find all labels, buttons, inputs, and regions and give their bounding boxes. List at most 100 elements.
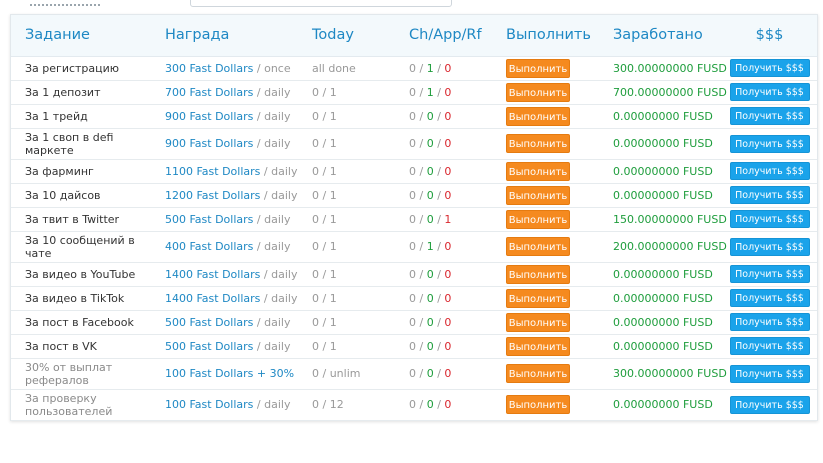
- execute-button[interactable]: Выполнить: [506, 312, 570, 332]
- stat-approved: 0: [426, 212, 434, 226]
- table-row: За видео в TikTok 1400 Fast Dollars / dai…: [11, 286, 817, 310]
- stat-separator: /: [433, 61, 445, 75]
- today-progress: all done: [312, 61, 356, 75]
- today-progress: 0 / 1: [312, 291, 337, 305]
- get-payout-button[interactable]: Получить $$$: [729, 162, 810, 180]
- table-row: За твит в Twitter 500 Fast Dollars / dail…: [11, 207, 817, 231]
- reward-period: / daily: [260, 164, 298, 178]
- execute-button[interactable]: Выполнить: [506, 106, 570, 126]
- reward-cell: 500 Fast Dollars / daily: [151, 334, 312, 358]
- stat-approved: 0: [426, 109, 434, 123]
- get-payout-button[interactable]: Получить $$$: [729, 134, 810, 153]
- stat-separator: /: [433, 109, 445, 123]
- reward-period: / daily: [253, 315, 291, 329]
- reward-cell: 400 Fast Dollars / daily: [151, 231, 312, 262]
- get-payout-button[interactable]: Получить $$$: [729, 265, 810, 283]
- reward-period: / daily: [260, 267, 298, 281]
- stat-approved: 0: [426, 367, 434, 380]
- execute-button[interactable]: Выполнить: [506, 82, 570, 102]
- stats-cell: 0 / 0 / 0: [409, 389, 506, 420]
- execute-button[interactable]: Выполнить: [506, 161, 570, 181]
- stats-cell: 0 / 0 / 0: [409, 104, 506, 128]
- stats-cell: 0 / 1 / 0: [409, 231, 506, 262]
- stat-refused: 0: [444, 61, 452, 75]
- reward-amount: 1100 Fast Dollars: [165, 164, 261, 178]
- earned-amount: 700.00000000 FUSD: [613, 85, 727, 99]
- execute-button[interactable]: Выполнить: [506, 237, 570, 256]
- stat-separator: /: [433, 85, 445, 99]
- get-payout-button[interactable]: Получить $$$: [729, 395, 810, 414]
- stat-refused: 0: [444, 315, 452, 329]
- reward-cell: 900 Fast Dollars / daily: [151, 104, 312, 128]
- task-name: За пост в Facebook: [25, 315, 134, 329]
- earned-amount: 0.00000000 FUSD: [613, 164, 713, 178]
- get-payout-button[interactable]: Получить $$$: [729, 289, 810, 307]
- stat-approved: 1: [426, 85, 434, 99]
- top-input-fragment[interactable]: [190, 0, 452, 7]
- execute-button[interactable]: Выполнить: [506, 364, 570, 383]
- execute-cell: Выполнить: [506, 262, 599, 286]
- task-name: 30% от выплат рефералов: [25, 360, 113, 387]
- execute-button[interactable]: Выполнить: [506, 288, 570, 308]
- get-payout-button[interactable]: Получить $$$: [729, 186, 810, 204]
- execute-button[interactable]: Выполнить: [506, 185, 570, 205]
- stat-checking: 0: [409, 164, 416, 178]
- stat-checking: 0: [409, 315, 416, 329]
- stat-separator: /: [416, 240, 427, 253]
- stat-refused: 0: [444, 188, 452, 202]
- get-payout-button[interactable]: Получить $$$: [729, 313, 810, 331]
- reward-cell: 500 Fast Dollars / daily: [151, 207, 312, 231]
- reward-period: / daily: [253, 339, 291, 353]
- stat-separator: /: [416, 109, 427, 123]
- stat-approved: 0: [426, 267, 434, 281]
- reward-cell: 1400 Fast Dollars / daily: [151, 286, 312, 310]
- get-payout-button[interactable]: Получить $$$: [729, 59, 810, 77]
- task-name: За 10 дайсов: [25, 188, 101, 202]
- reward-cell: 100 Fast Dollars + 30%: [151, 358, 312, 389]
- reward-amount: 700 Fast Dollars: [165, 85, 254, 99]
- reward-cell: 700 Fast Dollars / daily: [151, 80, 312, 104]
- table-row: За регистрацию 300 Fast Dollars / once all…: [11, 56, 817, 80]
- reward-amount: 1400 Fast Dollars: [165, 291, 261, 305]
- stat-separator: /: [433, 212, 445, 226]
- get-payout-button[interactable]: Получить $$$: [729, 83, 810, 101]
- stat-separator: /: [433, 367, 445, 380]
- payout-cell: Получить $$$: [722, 104, 817, 128]
- execute-button[interactable]: Выполнить: [506, 134, 570, 153]
- stats-cell: 0 / 0 / 0: [409, 358, 506, 389]
- task-name: За 10 сообщений в чате: [25, 233, 135, 260]
- execute-cell: Выполнить: [506, 231, 599, 262]
- stat-refused: 0: [444, 164, 452, 178]
- task-name: За твит в Twitter: [25, 212, 120, 226]
- earned-amount: 0.00000000 FUSD: [613, 398, 713, 411]
- get-payout-button[interactable]: Получить $$$: [729, 337, 810, 355]
- reward-period: / once: [253, 61, 291, 75]
- stat-checking: 0: [409, 188, 416, 202]
- get-payout-button[interactable]: Получить $$$: [729, 210, 810, 228]
- execute-button[interactable]: Выполнить: [506, 395, 570, 414]
- stat-separator: /: [416, 61, 427, 75]
- execute-button[interactable]: Выполнить: [506, 336, 570, 356]
- stat-refused: 0: [444, 339, 452, 353]
- today-progress: 0 / 1: [312, 339, 337, 353]
- execute-button[interactable]: Выполнить: [506, 264, 570, 284]
- task-name: За пост в VK: [25, 339, 97, 353]
- execute-button[interactable]: Выполнить: [506, 209, 570, 229]
- table-row: За 1 трейд 900 Fast Dollars / daily 0 / 10…: [11, 104, 817, 128]
- get-payout-button[interactable]: Получить $$$: [729, 237, 810, 256]
- reward-cell: 1100 Fast Dollars / daily: [151, 159, 312, 183]
- payout-cell: Получить $$$: [722, 159, 817, 183]
- stats-cell: 0 / 0 / 0: [409, 334, 506, 358]
- stat-refused: 1: [444, 212, 452, 226]
- get-payout-button[interactable]: Получить $$$: [729, 364, 810, 383]
- table-row: За 10 дайсов 1200 Fast Dollars / daily 0 /…: [11, 183, 817, 207]
- table-row: За пост в VK 500 Fast Dollars / daily 0 / …: [11, 334, 817, 358]
- stat-separator: /: [416, 85, 427, 99]
- execute-cell: Выполнить: [506, 159, 599, 183]
- reward-period: / daily: [253, 212, 291, 226]
- get-payout-button[interactable]: Получить $$$: [729, 107, 810, 125]
- stat-separator: /: [416, 188, 427, 202]
- stats-cell: 0 / 0 / 0: [409, 159, 506, 183]
- execute-button[interactable]: Выполнить: [506, 58, 570, 78]
- stat-separator: /: [433, 240, 445, 253]
